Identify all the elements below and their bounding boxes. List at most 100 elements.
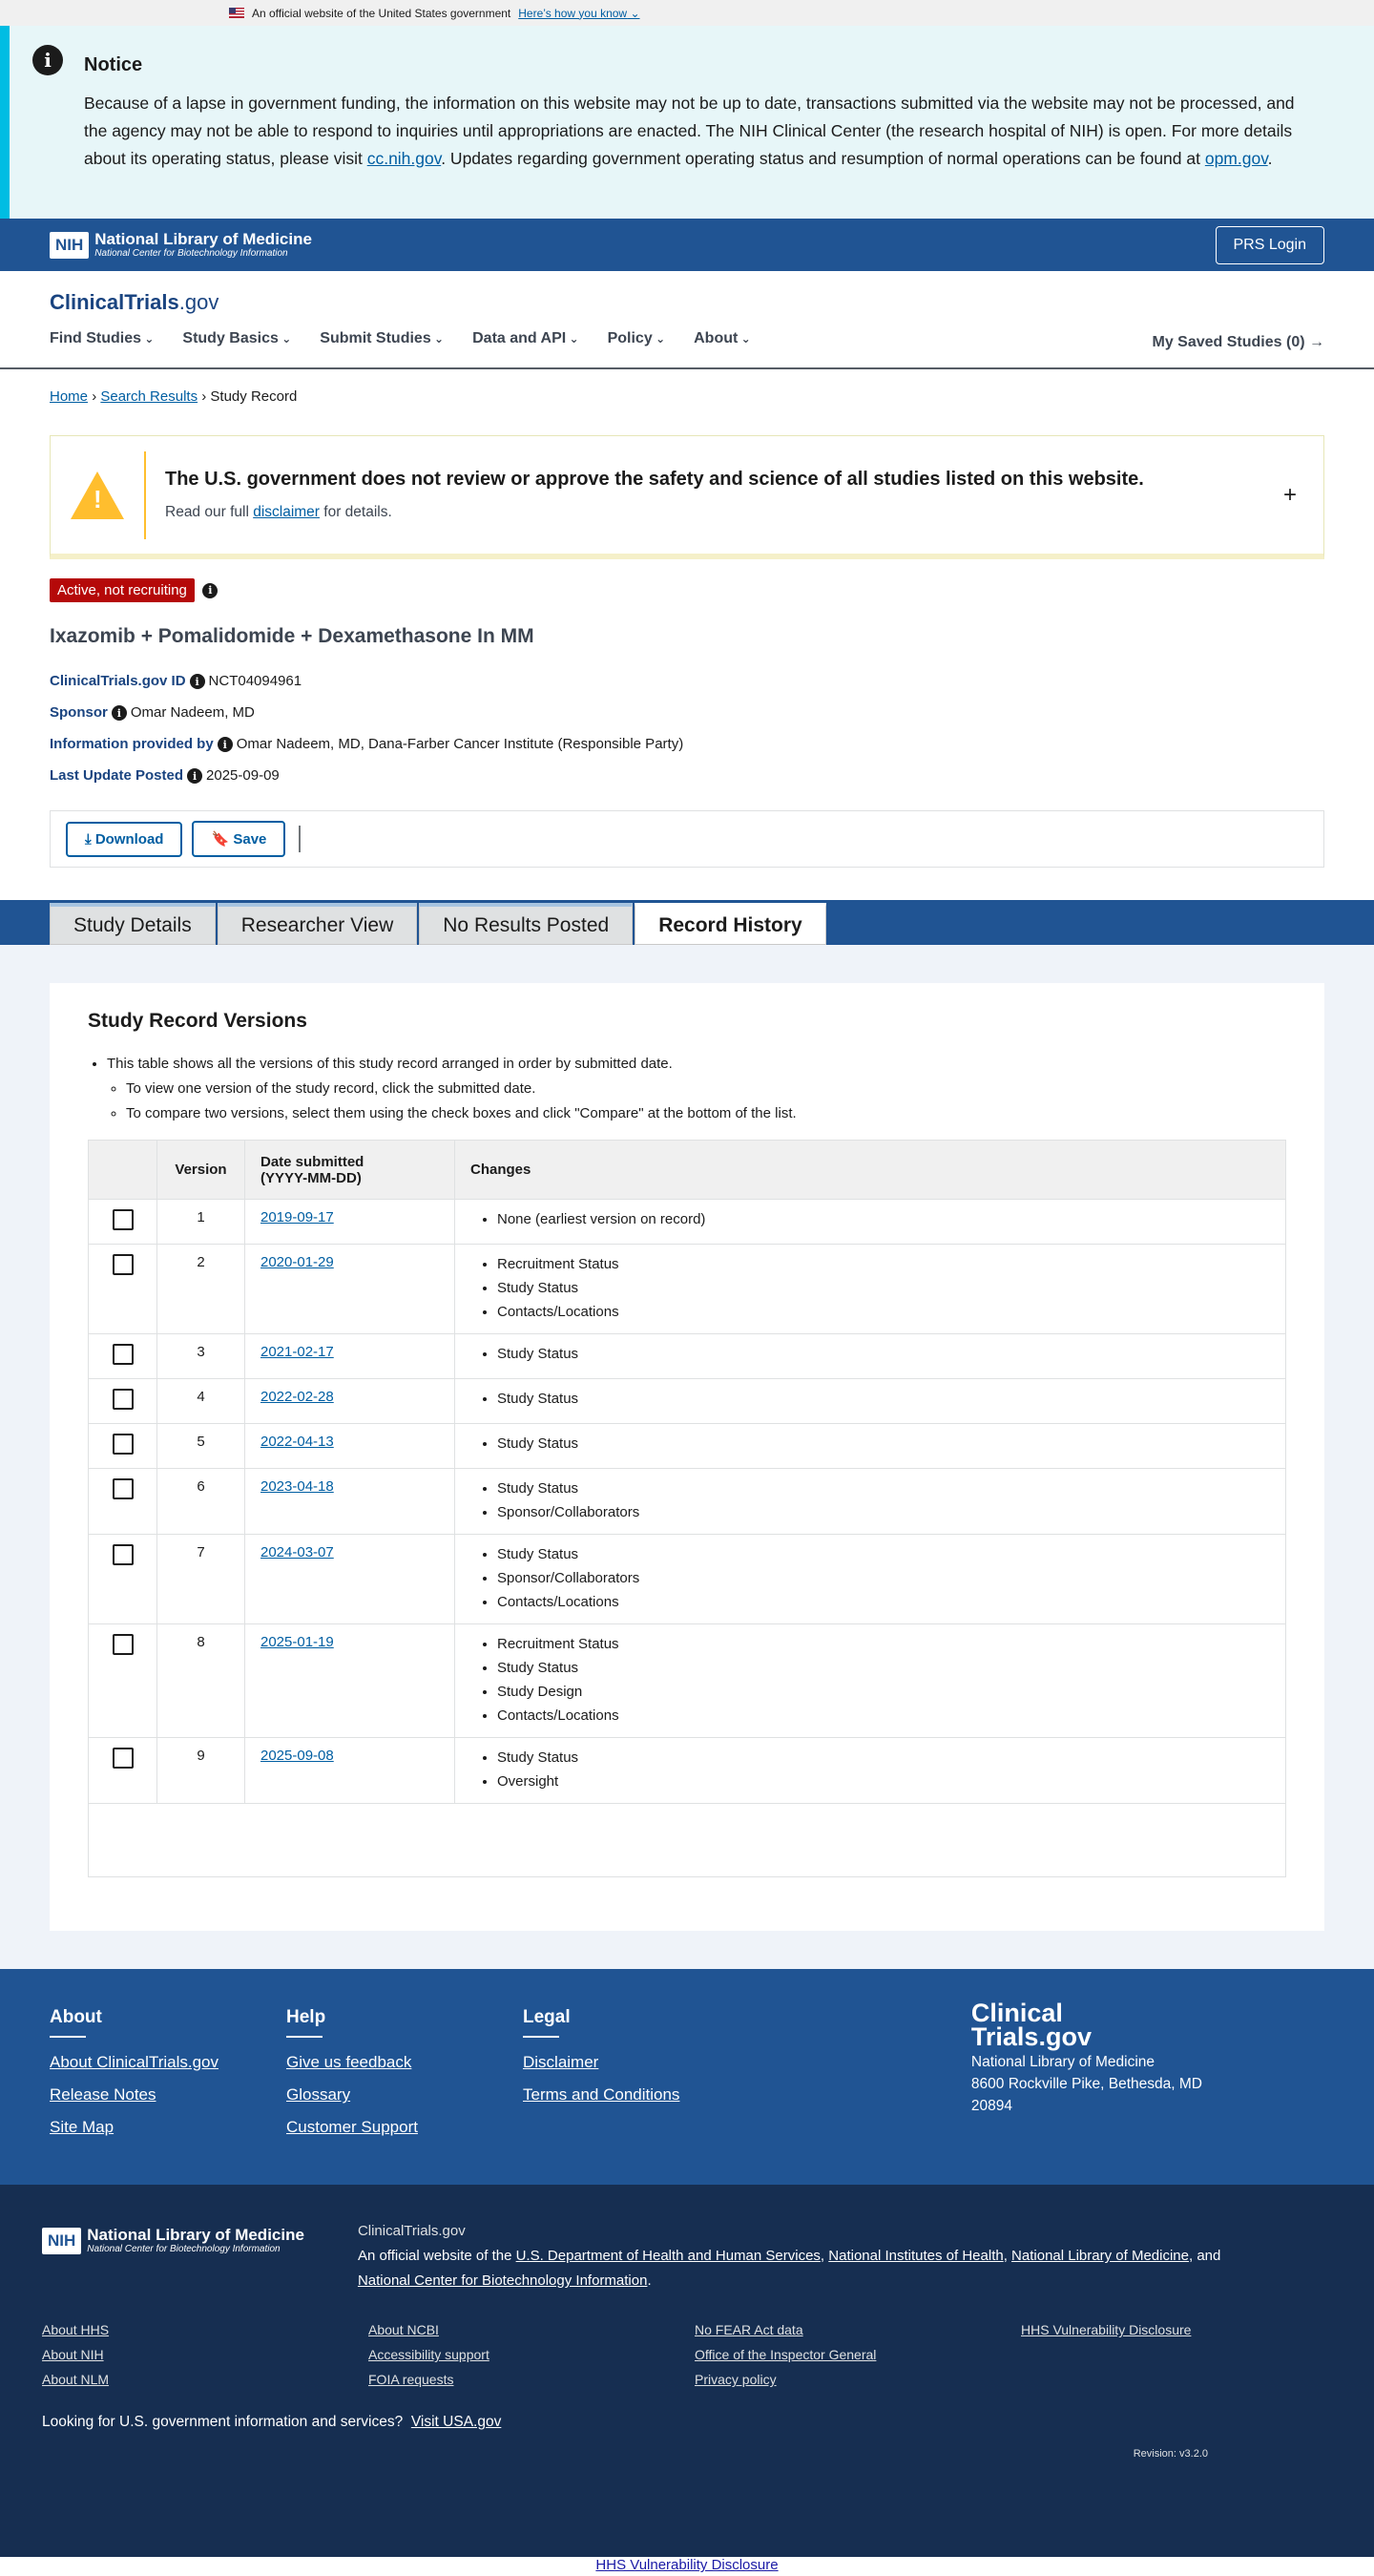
- nav-find-studies[interactable]: Find Studies: [50, 330, 154, 347]
- download-button[interactable]: ⤓ Download: [66, 821, 183, 857]
- heres-how-you-know-link[interactable]: Here’s how you know ⌄: [518, 7, 639, 20]
- compare-checkbox[interactable]: [112, 1254, 134, 1276]
- footer-link[interactable]: Terms and Conditions: [523, 2085, 760, 2105]
- version-number: 6: [156, 1468, 245, 1535]
- version-date-link[interactable]: 2019-09-17: [260, 1209, 334, 1225]
- row-checkbox-cell: [88, 1199, 157, 1245]
- info-icon[interactable]: i: [187, 768, 203, 785]
- nlm-footer: NIH National Library of Medicine Nationa…: [0, 2185, 1374, 2558]
- version-number: 2: [156, 1244, 245, 1334]
- change-item: Contacts/Locations: [497, 1300, 1270, 1324]
- footer-link[interactable]: About NIH: [42, 2347, 368, 2362]
- version-date-link[interactable]: 2023-04-18: [260, 1478, 334, 1495]
- footer-link[interactable]: Customer Support: [286, 2118, 523, 2137]
- compare-checkbox[interactable]: [112, 1748, 134, 1770]
- nih-logo-box: NIH: [50, 231, 90, 259]
- compare-checkbox[interactable]: [112, 1544, 134, 1566]
- change-item: Study Status: [497, 1656, 1270, 1680]
- changes-cell: Study Status: [454, 1423, 1286, 1469]
- nav-submit-studies[interactable]: Submit Studies: [320, 330, 444, 347]
- nav-policy[interactable]: Policy: [608, 330, 666, 347]
- prs-login-button[interactable]: PRS Login: [1215, 225, 1324, 264]
- info-icon[interactable]: i: [217, 737, 233, 753]
- compare-checkbox[interactable]: [112, 1389, 134, 1411]
- footer-link[interactable]: About ClinicalTrials.gov: [50, 2053, 286, 2072]
- breadcrumb-search-results[interactable]: Search Results: [100, 388, 198, 405]
- change-item: Study Status: [497, 1746, 1270, 1770]
- tab-study-details[interactable]: Study Details: [50, 903, 216, 946]
- info-icon[interactable]: i: [189, 674, 205, 690]
- info-icon: i: [32, 45, 63, 75]
- meta-last-update: Last Update Posted i 2025-09-09: [50, 767, 280, 785]
- table-row: 1 2019-09-17 None (earliest version on rec…: [88, 1199, 1286, 1245]
- usa-gov-link[interactable]: Visit USA.gov: [411, 2414, 501, 2430]
- footer-link[interactable]: Office of the Inspector General: [695, 2347, 1021, 2362]
- breadcrumb-home[interactable]: Home: [50, 388, 88, 405]
- date-cell: 2022-02-28: [244, 1378, 455, 1424]
- nav-study-basics[interactable]: Study Basics: [182, 330, 291, 347]
- footer-link[interactable]: Site Map: [50, 2118, 286, 2137]
- compare-checkbox[interactable]: [112, 1344, 134, 1366]
- table-row: 2 2020-01-29 Recruitment StatusStudy Statu…: [88, 1244, 1286, 1334]
- us-flag-icon: [229, 8, 244, 18]
- opm-link[interactable]: opm.gov: [1205, 149, 1268, 168]
- version-number: 7: [156, 1534, 245, 1624]
- footer-link[interactable]: No FEAR Act data: [695, 2322, 1021, 2337]
- cc-nih-link[interactable]: cc.nih.gov: [367, 149, 442, 168]
- footer-link[interactable]: About NLM: [42, 2372, 368, 2387]
- col-select: [88, 1140, 157, 1200]
- footer-link[interactable]: HHS Vulnerability Disclosure: [1021, 2322, 1347, 2337]
- version-date-link[interactable]: 2022-02-28: [260, 1389, 334, 1405]
- info-icon[interactable]: i: [202, 582, 219, 598]
- version-date-link[interactable]: 2021-02-17: [260, 1344, 334, 1360]
- nlm-logo[interactable]: NIH National Library of Medicine Nationa…: [50, 230, 312, 260]
- footer-about: About About ClinicalTrials.gov Release N…: [50, 2007, 286, 2161]
- footer-link[interactable]: Accessibility support: [368, 2347, 695, 2362]
- compare-checkbox[interactable]: [112, 1434, 134, 1456]
- info-icon[interactable]: i: [111, 705, 127, 722]
- footer-link[interactable]: Give us feedback: [286, 2053, 523, 2072]
- version-number: 8: [156, 1623, 245, 1738]
- version-date-link[interactable]: 2025-09-08: [260, 1748, 334, 1764]
- footer-link[interactable]: Disclaimer: [523, 2053, 760, 2072]
- footer-link[interactable]: Privacy policy: [695, 2372, 1021, 2387]
- expand-plus-icon[interactable]: +: [1283, 482, 1297, 509]
- footer-link[interactable]: FOIA requests: [368, 2372, 695, 2387]
- table-row: 4 2022-02-28 Study Status: [88, 1378, 1286, 1424]
- footer-link[interactable]: About HHS: [42, 2322, 368, 2337]
- footer-link[interactable]: Release Notes: [50, 2085, 286, 2105]
- version-number: 1: [156, 1199, 245, 1245]
- nav-about[interactable]: About: [694, 330, 751, 347]
- compare-checkbox[interactable]: [112, 1478, 134, 1500]
- ct-logo[interactable]: ClinicalTrials.gov: [50, 290, 1324, 315]
- main-content: Study Record Versions This table shows a…: [0, 945, 1374, 1970]
- row-checkbox-cell: [88, 1468, 157, 1535]
- hhs-vulnerability-link[interactable]: HHS Vulnerability Disclosure: [595, 2557, 778, 2573]
- tab-record-history[interactable]: Record History: [635, 903, 826, 946]
- version-date-link[interactable]: 2022-04-13: [260, 1434, 334, 1450]
- footer-link[interactable]: Glossary: [286, 2085, 523, 2105]
- tab-researcher-view[interactable]: Researcher View: [217, 903, 418, 946]
- compare-checkbox[interactable]: [112, 1634, 134, 1656]
- changes-cell: Study Status: [454, 1378, 1286, 1424]
- date-cell: 2023-04-18: [244, 1468, 455, 1535]
- table-row: 6 2023-04-18 Study StatusSponsor/Collabora…: [88, 1468, 1286, 1535]
- change-item: Study Status: [497, 1542, 1270, 1566]
- footer-ct-logo: Clinical Trials.gov National Library of …: [970, 1999, 1202, 2115]
- tab-no-results-posted[interactable]: No Results Posted: [419, 903, 634, 946]
- save-button[interactable]: 🔖 Save: [192, 821, 286, 858]
- disclaimer-link[interactable]: disclaimer: [253, 504, 320, 520]
- version-date-link[interactable]: 2024-03-07: [260, 1544, 334, 1560]
- table-row: 9 2025-09-08 Study StatusOversight: [88, 1737, 1286, 1804]
- version-date-link[interactable]: 2020-01-29: [260, 1254, 334, 1270]
- nav-data-api[interactable]: Data and API: [472, 330, 578, 347]
- footer-link[interactable]: About NCBI: [368, 2322, 695, 2337]
- study-title: Ixazomib + Pomalidomide + Dexamethasone …: [50, 625, 534, 647]
- date-cell: 2025-09-08: [244, 1737, 455, 1804]
- table-row: 3 2021-02-17 Study Status: [88, 1333, 1286, 1379]
- compare-checkbox[interactable]: [112, 1209, 134, 1231]
- my-saved-studies-link[interactable]: My Saved Studies (0) →: [1153, 334, 1325, 351]
- nlm-footer-logo[interactable]: NIH National Library of Medicine Nationa…: [42, 2219, 304, 2263]
- version-date-link[interactable]: 2025-01-19: [260, 1634, 334, 1650]
- date-cell: 2019-09-17: [244, 1199, 455, 1245]
